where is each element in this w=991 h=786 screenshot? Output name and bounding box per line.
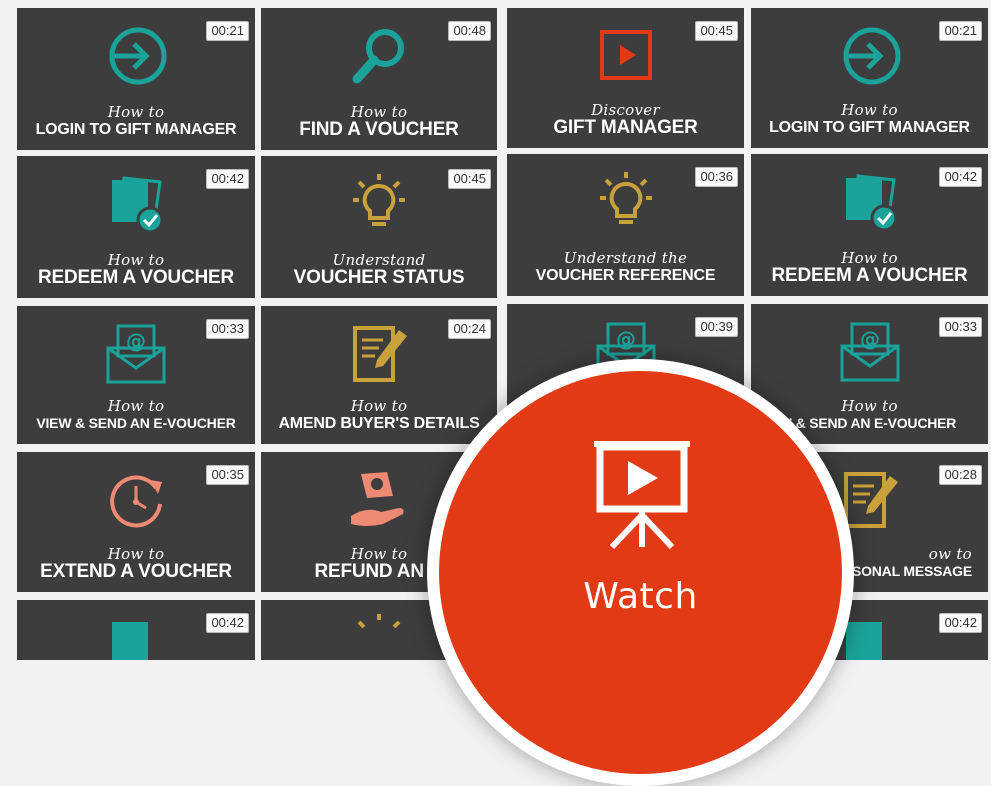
duration-badge: 00:33 [206, 319, 249, 339]
watch-button[interactable]: Watch [427, 359, 854, 786]
play-icon [592, 24, 660, 88]
tile-title: REDEEM A VOUCHER [771, 265, 968, 286]
duration-badge: 00:24 [448, 319, 491, 339]
duration-badge: 00:42 [939, 167, 982, 187]
login-icon [102, 24, 170, 88]
tile-title: FIND A VOUCHER [299, 119, 459, 140]
duration-badge: 00:33 [939, 317, 982, 337]
tile-title: EXTEND A VOUCHER [40, 561, 232, 582]
duration-badge: 00:21 [939, 21, 982, 41]
duration-badge: 00:39 [695, 317, 738, 337]
duration-badge: 00:21 [206, 21, 249, 41]
duration-badge: 00:42 [939, 613, 982, 633]
tile-prefix: How to [107, 397, 165, 415]
tile-prefix: How to [107, 251, 165, 269]
duration-badge: 00:35 [206, 465, 249, 485]
duration-badge: 00:45 [695, 21, 738, 41]
lightbulb-icon [345, 172, 413, 236]
search-icon [345, 24, 413, 88]
presentation-play-icon [576, 435, 706, 565]
video-tile[interactable]: 00:21 How to LOGIN TO GIFT MANAGER [17, 8, 255, 150]
refund-icon [345, 468, 413, 532]
tile-prefix: How to [350, 397, 408, 415]
tile-title: VOUCHER REFERENCE [535, 267, 716, 284]
tile-prefix: Discover [591, 101, 660, 119]
video-tile[interactable]: 00:36 Understand the VOUCHER REFERENCE [507, 154, 744, 296]
tile-prefix: Understand [332, 251, 426, 269]
tile-prefix: Understand the [563, 249, 688, 267]
video-tile[interactable]: 00:42 [17, 600, 255, 660]
video-tile[interactable]: 00:42 How to REDEEM A VOUCHER [751, 154, 988, 296]
voucher-check-icon [102, 614, 170, 660]
login-icon [836, 24, 904, 88]
video-tile[interactable]: 00:45 Understand VOUCHER STATUS [261, 156, 497, 298]
tile-prefix: How to [107, 545, 165, 563]
tile-title: VIEW & SEND AN E-VOUCHER [36, 415, 236, 431]
tile-prefix: How to [107, 103, 165, 121]
tile-prefix: How to [841, 101, 898, 119]
duration-badge: 00:36 [695, 167, 738, 187]
voucher-check-icon [836, 170, 904, 234]
video-tile[interactable]: 00:24 How to AMEND BUYER'S DETAILS [261, 306, 497, 444]
tile-title: LOGIN TO GIFT MANAGER [35, 121, 237, 138]
video-tile[interactable]: 00:21 How to LOGIN TO GIFT MANAGER [751, 8, 988, 148]
duration-badge: 00:42 [206, 169, 249, 189]
duration-badge: 00:42 [206, 613, 249, 633]
document-edit-icon [345, 322, 413, 386]
clock-icon [102, 468, 170, 532]
duration-badge: 00:48 [448, 21, 491, 41]
email-icon: @ [102, 322, 170, 386]
tile-title: REDEEM A VOUCHER [38, 267, 234, 288]
tile-prefix: How to [841, 397, 898, 415]
tile-title: LOGIN TO GIFT MANAGER [769, 119, 970, 136]
lightbulb-icon [345, 612, 413, 660]
lightbulb-icon [592, 170, 660, 234]
video-tile[interactable]: @ 00:33 How to VIEW & SEND AN E-VOUCHER [17, 306, 255, 444]
voucher-check-icon [102, 172, 170, 236]
video-tile[interactable]: 00:42 How to REDEEM A VOUCHER [17, 156, 255, 298]
tile-prefix: How to [841, 249, 898, 267]
video-tile[interactable]: 00:35 How to EXTEND A VOUCHER [17, 452, 255, 592]
tile-title: AMEND BUYER'S DETAILS [278, 415, 480, 432]
duration-badge: 00:45 [448, 169, 491, 189]
video-tile[interactable]: 00:45 Discover GIFT MANAGER [507, 8, 744, 148]
email-icon: @ [836, 320, 904, 384]
tile-title: GIFT MANAGER [553, 117, 698, 138]
tile-prefix: How to [350, 103, 408, 121]
duration-badge: 00:28 [939, 465, 982, 485]
tile-title: VOUCHER STATUS [293, 267, 465, 288]
video-tile[interactable]: 00:48 How to FIND A VOUCHER [261, 8, 497, 150]
watch-label: Watch [583, 576, 698, 617]
